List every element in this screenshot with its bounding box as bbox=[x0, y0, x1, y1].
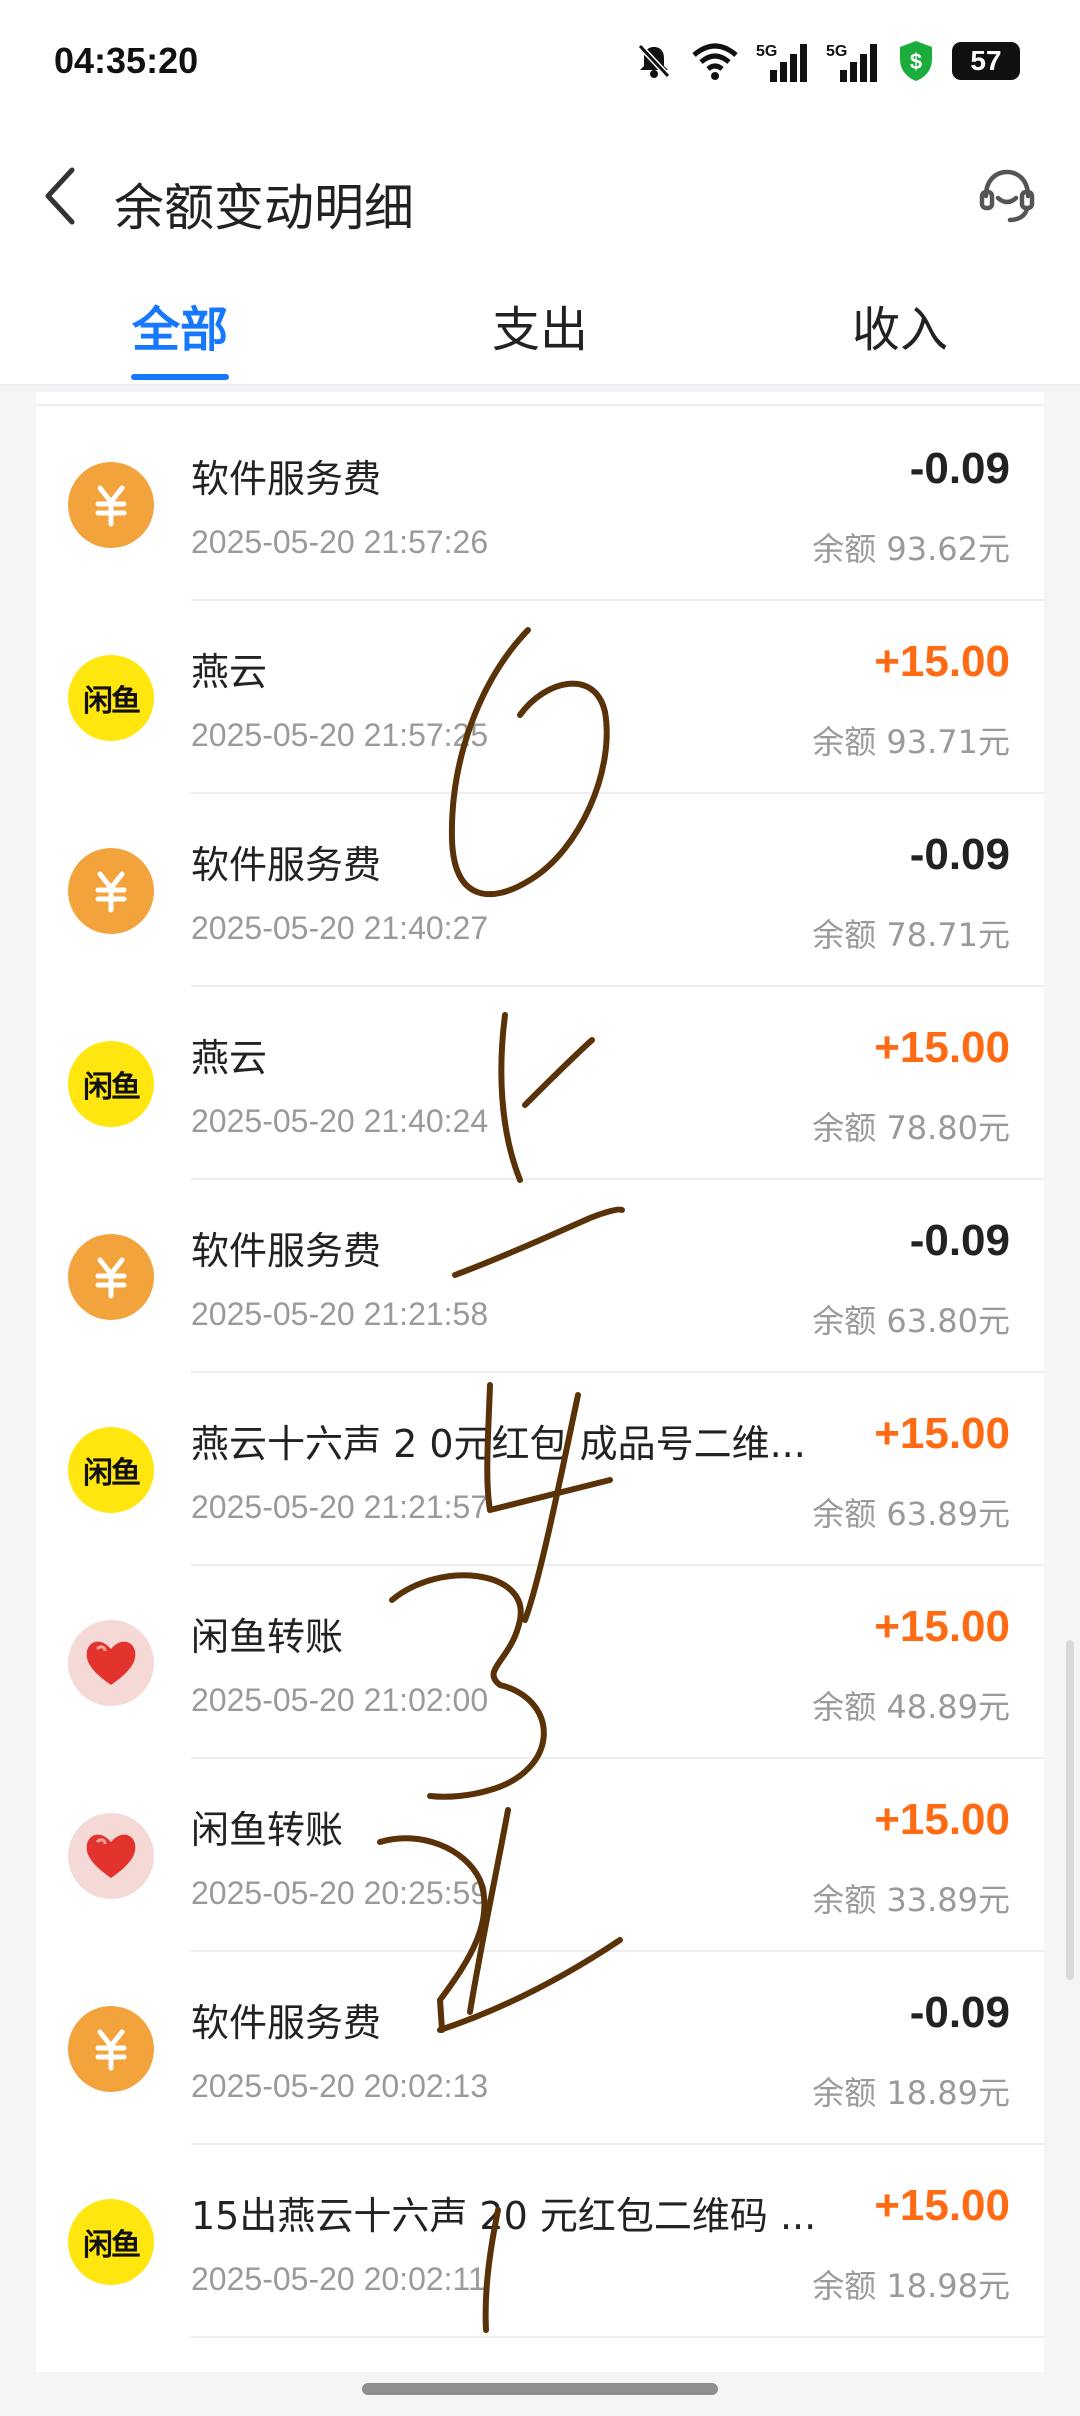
transaction-name: 闲鱼转账 bbox=[191, 1808, 344, 1852]
transaction-time: 2025-05-20 21:57:26 bbox=[191, 524, 489, 560]
xianyu-logo-text: 闲鱼 bbox=[83, 2228, 141, 2263]
heart-avatar-icon bbox=[68, 1813, 154, 1899]
transaction-balance: 余额 48.89元 bbox=[812, 1688, 1010, 1726]
tab-bar: 全部 支出 收入 bbox=[0, 260, 1080, 386]
signal-5g-icon: 5G bbox=[756, 43, 807, 82]
transaction-time: 2025-05-20 20:02:13 bbox=[191, 2068, 489, 2104]
transaction-time: 2025-05-20 21:40:27 bbox=[191, 910, 489, 946]
yuan-icon bbox=[68, 462, 154, 548]
back-arrow-icon[interactable] bbox=[34, 158, 90, 234]
page-title: 余额变动明细 bbox=[114, 179, 414, 237]
transaction-list[interactable]: 软件服务费 2025-05-20 21:57:26 -0.09 余额 93.62元闲鱼… bbox=[36, 392, 1044, 2372]
transaction-row[interactable]: 软件服务费 2025-05-20 21:40:27 -0.09 余额 78.71元 bbox=[36, 794, 1044, 987]
header: 余额变动明细 bbox=[0, 130, 1080, 260]
transaction-row[interactable]: 闲鱼 燕云 2025-05-20 21:57:25 +15.00 余额 93.71元 bbox=[36, 601, 1044, 794]
security-shield-icon: $ bbox=[900, 41, 932, 81]
xianyu-icon: 闲鱼 bbox=[68, 1041, 154, 1127]
transaction-balance: 余额 18.89元 bbox=[812, 2074, 1010, 2112]
scrollbar[interactable] bbox=[1066, 1640, 1074, 1980]
xianyu-logo-text: 闲鱼 bbox=[83, 1456, 141, 1491]
tab-all[interactable]: 全部 bbox=[80, 290, 280, 360]
transaction-name: 燕云 bbox=[191, 650, 268, 694]
transaction-amount: -0.09 bbox=[909, 1216, 1010, 1265]
tab-expense[interactable]: 支出 bbox=[440, 290, 640, 360]
transaction-name: 15出燕云十六声 20 元红包二维码 ... bbox=[191, 2194, 817, 2238]
xianyu-icon: 闲鱼 bbox=[68, 655, 154, 741]
transaction-time: 2025-05-20 21:57:25 bbox=[191, 717, 489, 753]
transaction-time: 2025-05-20 20:02:11 bbox=[191, 2261, 486, 2297]
tab-income[interactable]: 收入 bbox=[800, 290, 1000, 360]
transaction-balance: 余额 33.89元 bbox=[812, 1881, 1010, 1919]
transaction-time: 2025-05-20 21:02:00 bbox=[191, 1682, 489, 1718]
transaction-balance: 余额 63.89元 bbox=[812, 1495, 1010, 1533]
status-icons: 5G 5G $ 57 bbox=[634, 36, 1020, 86]
transaction-name: 燕云 bbox=[191, 1036, 268, 1080]
tab-active-indicator bbox=[131, 374, 229, 380]
transaction-amount: -0.09 bbox=[909, 830, 1010, 879]
xianyu-icon: 闲鱼 bbox=[68, 1427, 154, 1513]
transaction-row[interactable]: 软件服务费 2025-05-20 21:57:26 -0.09 余额 93.62元 bbox=[36, 408, 1044, 601]
transaction-time: 2025-05-20 21:21:57 bbox=[191, 1489, 489, 1525]
transaction-name: 软件服务费 bbox=[191, 457, 382, 501]
transaction-row[interactable]: 软件服务费 2025-05-20 21:21:58 -0.09 余额 63.80元 bbox=[36, 1180, 1044, 1373]
transaction-amount: +15.00 bbox=[874, 2181, 1010, 2230]
transaction-name: 燕云十六声 2 0元红包 成品号二维... bbox=[191, 1422, 806, 1466]
row-divider bbox=[191, 2336, 1044, 2338]
svg-text:$: $ bbox=[910, 49, 922, 74]
signal-5g-icon: 5G bbox=[826, 43, 877, 82]
status-time: 04:35:20 bbox=[54, 40, 199, 81]
transaction-balance: 余额 78.71元 bbox=[812, 916, 1010, 954]
transaction-amount: +15.00 bbox=[874, 637, 1010, 686]
transaction-amount: -0.09 bbox=[909, 1988, 1010, 2037]
home-indicator[interactable] bbox=[362, 2383, 718, 2395]
transaction-amount: -0.09 bbox=[909, 444, 1010, 493]
battery-indicator: 57 bbox=[952, 42, 1020, 80]
transaction-row[interactable]: 闲鱼 15出燕云十六声 20 元红包二维码 ... 2025-05-20 20:02… bbox=[36, 2145, 1044, 2338]
yuan-icon bbox=[68, 2006, 154, 2092]
transaction-balance: 余额 93.62元 bbox=[812, 530, 1010, 568]
signal-5g-label: 5G bbox=[826, 43, 847, 60]
transaction-name: 软件服务费 bbox=[191, 2001, 382, 2045]
transaction-balance: 余额 18.98元 bbox=[812, 2267, 1010, 2305]
transaction-time: 2025-05-20 20:25:59 bbox=[191, 1875, 489, 1911]
transaction-balance: 余额 78.80元 bbox=[812, 1109, 1010, 1147]
xianyu-logo-text: 闲鱼 bbox=[83, 1070, 141, 1105]
signal-5g-label: 5G bbox=[756, 43, 777, 60]
transaction-row[interactable]: 闲鱼转账 2025-05-20 20:25:59 +15.00 余额 33.89元 bbox=[36, 1759, 1044, 1952]
transaction-row[interactable]: 软件服务费 2025-05-20 20:02:13 -0.09 余额 18.89元 bbox=[36, 1952, 1044, 2145]
transaction-amount: +15.00 bbox=[874, 1795, 1010, 1844]
transaction-amount: +15.00 bbox=[874, 1602, 1010, 1651]
transaction-amount: +15.00 bbox=[874, 1409, 1010, 1458]
transaction-row[interactable]: 闲鱼 燕云 2025-05-20 21:40:24 +15.00 余额 78.80元 bbox=[36, 987, 1044, 1180]
transaction-row[interactable]: 闲鱼 燕云十六声 2 0元红包 成品号二维... 2025-05-20 21:21:… bbox=[36, 1373, 1044, 1566]
mute-bell-icon bbox=[637, 43, 671, 79]
transaction-balance: 余额 63.80元 bbox=[812, 1302, 1010, 1340]
yuan-icon bbox=[68, 848, 154, 934]
transaction-row[interactable]: 闲鱼转账 2025-05-20 21:02:00 +15.00 余额 48.89元 bbox=[36, 1566, 1044, 1759]
list-top-edge bbox=[36, 392, 1044, 406]
transaction-time: 2025-05-20 21:21:58 bbox=[191, 1296, 489, 1332]
yuan-icon bbox=[68, 1234, 154, 1320]
transaction-amount: +15.00 bbox=[874, 1023, 1010, 1072]
transaction-name: 闲鱼转账 bbox=[191, 1615, 344, 1659]
transaction-time: 2025-05-20 21:40:24 bbox=[191, 1103, 489, 1139]
heart-avatar-icon bbox=[68, 1620, 154, 1706]
customer-service-icon[interactable] bbox=[974, 162, 1040, 228]
wifi-icon bbox=[692, 43, 738, 80]
transaction-name: 软件服务费 bbox=[191, 843, 382, 887]
xianyu-logo-text: 闲鱼 bbox=[83, 684, 141, 719]
transaction-name: 软件服务费 bbox=[191, 1229, 382, 1273]
xianyu-icon: 闲鱼 bbox=[68, 2199, 154, 2285]
transaction-balance: 余额 93.71元 bbox=[812, 723, 1010, 761]
status-bar: 04:35:20 5G 5G $ 57 bbox=[0, 0, 1080, 130]
